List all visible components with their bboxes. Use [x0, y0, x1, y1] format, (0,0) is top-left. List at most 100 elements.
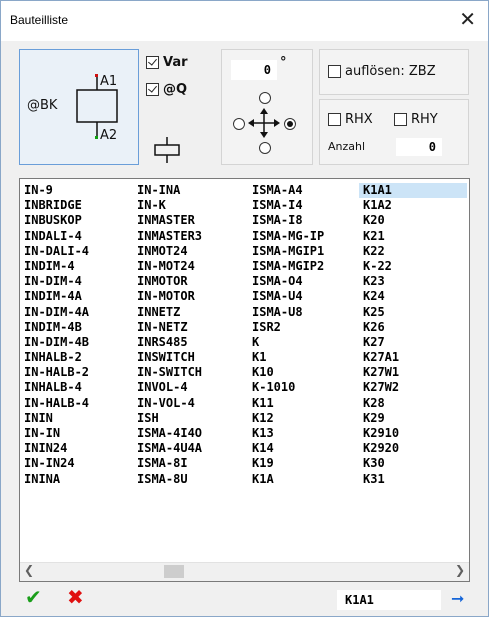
list-item[interactable]: ISMA-MGIP2	[248, 259, 356, 274]
list-item[interactable]: INRS485	[133, 335, 241, 350]
list-item[interactable]: INVOL-4	[133, 380, 241, 395]
symbol-preview[interactable]: @BK A1 A2	[19, 49, 139, 165]
list-item[interactable]: ISMA-4I4O	[133, 426, 241, 441]
list-item[interactable]: INDIM-4	[20, 259, 128, 274]
list-item[interactable]: K2920	[359, 441, 467, 456]
q-checkbox[interactable]: @Q	[146, 82, 187, 97]
list-item[interactable]: IN-K	[133, 198, 241, 213]
list-item[interactable]: ININA	[20, 472, 128, 487]
list-item[interactable]: K13	[248, 426, 356, 441]
scroll-right-icon[interactable]: ❯	[455, 563, 465, 577]
list-item[interactable]: K1	[248, 350, 356, 365]
list-item[interactable]: K25	[359, 305, 467, 320]
scroll-left-icon[interactable]: ❮	[24, 563, 34, 577]
list-item[interactable]: K23	[359, 274, 467, 289]
horizontal-scrollbar[interactable]: ❮ ❯	[20, 562, 469, 581]
rotation-input[interactable]: 0	[231, 60, 277, 80]
scroll-thumb[interactable]	[164, 565, 184, 578]
list-item[interactable]: INMOT24	[133, 244, 241, 259]
list-item[interactable]: ISMA-A4	[248, 183, 356, 198]
list-item[interactable]: IN-9	[20, 183, 128, 198]
close-icon[interactable]: ✕	[459, 7, 476, 31]
list-item[interactable]: K2910	[359, 426, 467, 441]
list-item[interactable]: K27W1	[359, 365, 467, 380]
rhy-checkbox[interactable]: RHY	[394, 112, 438, 127]
list-item[interactable]: K27A1	[359, 350, 467, 365]
list-item[interactable]: ISMA-4U4A	[133, 441, 241, 456]
list-item[interactable]: IN-VOL-4	[133, 396, 241, 411]
go-arrow-icon[interactable]: ➞	[451, 589, 464, 608]
selected-value-field[interactable]: K1A1	[337, 590, 441, 610]
list-item[interactable]: ININ24	[20, 441, 128, 456]
list-item[interactable]: ISMA-MG-IP	[248, 229, 356, 244]
list-item[interactable]: IN-HALB-2	[20, 365, 128, 380]
rotate-right-radio[interactable]	[284, 118, 296, 130]
list-item[interactable]: K30	[359, 456, 467, 471]
resolve-checkbox[interactable]: auflösen: ZBZ	[328, 64, 436, 79]
cancel-icon[interactable]: ✖	[67, 585, 84, 609]
list-item[interactable]: INMASTER3	[133, 229, 241, 244]
list-item[interactable]: K-22	[359, 259, 467, 274]
list-item[interactable]: ISH	[133, 411, 241, 426]
list-item[interactable]: ISMA-MGIP1	[248, 244, 356, 259]
ok-icon[interactable]: ✔	[25, 585, 42, 609]
list-item[interactable]: K21	[359, 229, 467, 244]
rotate-up-radio[interactable]	[259, 92, 271, 104]
list-item[interactable]: ISMA-U4	[248, 289, 356, 304]
list-item[interactable]: INSWITCH	[133, 350, 241, 365]
list-item[interactable]: IN-DALI-4	[20, 244, 128, 259]
list-item[interactable]: IN-MOTOR	[133, 289, 241, 304]
list-item[interactable]: INHALB-4	[20, 380, 128, 395]
list-item[interactable]: IN-DIM-4B	[20, 335, 128, 350]
list-item[interactable]: IN-NETZ	[133, 320, 241, 335]
list-item[interactable]: K12	[248, 411, 356, 426]
list-item[interactable]: INBUSKOP	[20, 213, 128, 228]
list-item[interactable]: IN-INA	[133, 183, 241, 198]
list-item[interactable]: ISMA-I8	[248, 213, 356, 228]
var-checkbox[interactable]: Var	[146, 55, 188, 70]
list-item[interactable]: K28	[359, 396, 467, 411]
list-item[interactable]: ISMA-I4	[248, 198, 356, 213]
list-item[interactable]: INHALB-2	[20, 350, 128, 365]
part-list[interactable]: IN-9 INBRIDGE INBUSKOP INDALI-4 IN-DALI-4 IND…	[19, 178, 470, 582]
list-item[interactable]: ISMA-O4	[248, 274, 356, 289]
list-item[interactable]: ISMA-8I	[133, 456, 241, 471]
list-item[interactable]: ISMA-8U	[133, 472, 241, 487]
list-item[interactable]: K24	[359, 289, 467, 304]
list-item[interactable]: ISMA-U8	[248, 305, 356, 320]
list-item[interactable]: K1A1	[359, 183, 467, 199]
list-item[interactable]: IN-DIM-4A	[20, 305, 128, 320]
list-item[interactable]: INMOTOR	[133, 274, 241, 289]
list-item[interactable]: K11	[248, 396, 356, 411]
rotate-left-radio[interactable]	[233, 118, 245, 130]
list-item[interactable]: IN-HALB-4	[20, 396, 128, 411]
list-item[interactable]: K29	[359, 411, 467, 426]
list-item[interactable]: INDIM-4A	[20, 289, 128, 304]
list-item[interactable]: IN-IN24	[20, 456, 128, 471]
list-item[interactable]: INMASTER	[133, 213, 241, 228]
list-item[interactable]: IN-DIM-4	[20, 274, 128, 289]
list-item[interactable]: K1A2	[359, 198, 467, 213]
list-item[interactable]: K	[248, 335, 356, 350]
list-item[interactable]: IN-SWITCH	[133, 365, 241, 380]
list-item[interactable]: K20	[359, 213, 467, 228]
rotate-down-radio[interactable]	[259, 142, 271, 154]
list-item[interactable]: ININ	[20, 411, 128, 426]
list-item[interactable]: K27W2	[359, 380, 467, 395]
list-item[interactable]: IN-MOT24	[133, 259, 241, 274]
list-item[interactable]: INBRIDGE	[20, 198, 128, 213]
list-item[interactable]: K22	[359, 244, 467, 259]
count-input[interactable]: 0	[396, 138, 442, 156]
list-item[interactable]: K-1010	[248, 380, 356, 395]
list-item[interactable]: INDALI-4	[20, 229, 128, 244]
list-item[interactable]: K27	[359, 335, 467, 350]
list-item[interactable]: K31	[359, 472, 467, 487]
list-item[interactable]: ISR2	[248, 320, 356, 335]
list-item[interactable]: INDIM-4B	[20, 320, 128, 335]
rhx-checkbox[interactable]: RHX	[328, 112, 373, 127]
list-item[interactable]: K1A	[248, 472, 356, 487]
list-item[interactable]: K26	[359, 320, 467, 335]
list-item[interactable]: K10	[248, 365, 356, 380]
list-item[interactable]: K19	[248, 456, 356, 471]
list-item[interactable]: INNETZ	[133, 305, 241, 320]
